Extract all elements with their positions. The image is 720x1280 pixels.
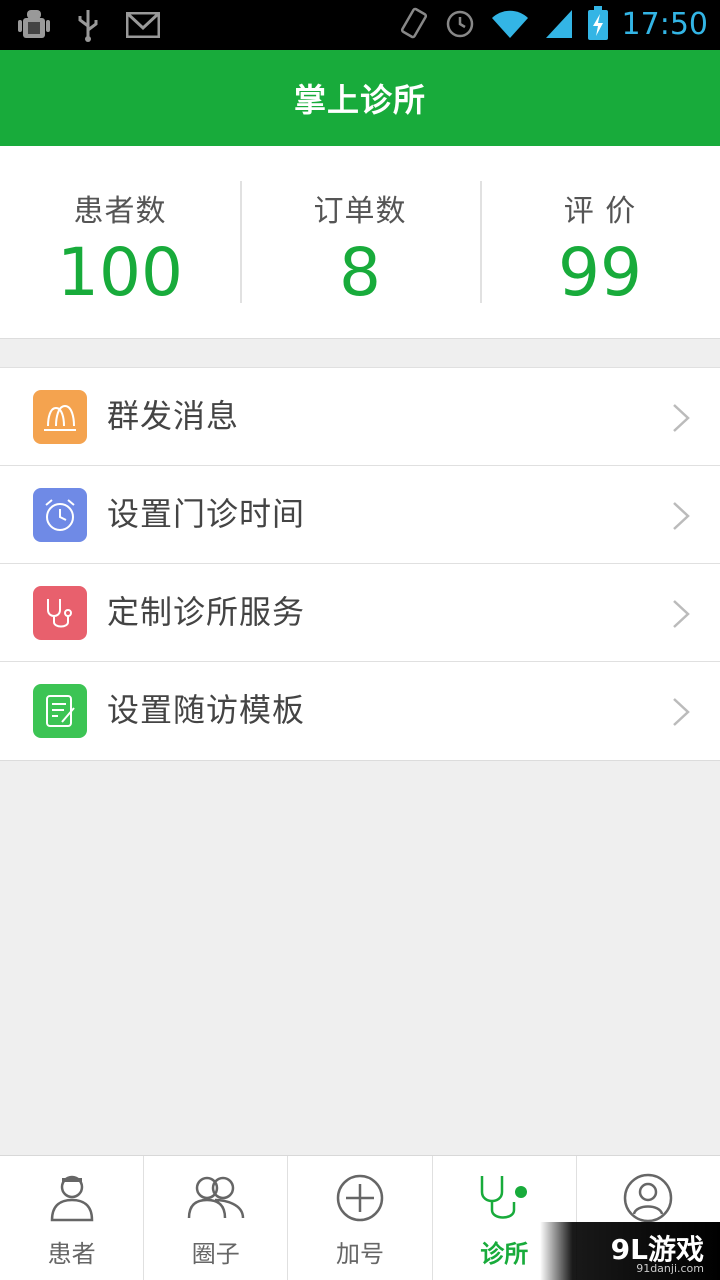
menu-list: 群发消息 设置门诊时间 定制诊所服务 设置随访模板: [0, 367, 720, 761]
add-circle-icon: [334, 1172, 386, 1228]
watermark-subtext: 91danji.com: [636, 1262, 704, 1275]
stat-patients[interactable]: 患者数 100: [0, 146, 240, 338]
chevron-right-icon: [672, 697, 690, 731]
alarm-icon: [444, 6, 476, 44]
menu-item-group-message[interactable]: 群发消息: [0, 368, 720, 466]
chevron-right-icon: [672, 599, 690, 633]
group-message-icon: [33, 390, 87, 444]
stat-value: 99: [558, 234, 642, 311]
stethoscope-icon: [476, 1172, 532, 1228]
gmail-icon: [125, 11, 161, 42]
battery-charging-icon: [587, 6, 608, 44]
tab-circle[interactable]: 圈子: [143, 1156, 287, 1280]
menu-item-clinic-service[interactable]: 定制诊所服务: [0, 564, 720, 662]
stat-label: 患者数: [73, 194, 167, 229]
stat-reviews[interactable]: 评 价 99: [480, 146, 720, 338]
android-debug-icon: [18, 8, 50, 46]
menu-item-label: 定制诊所服务: [107, 593, 306, 631]
stat-label: 订单数: [313, 194, 407, 229]
profile-icon: [622, 1172, 674, 1228]
menu-item-followup-template[interactable]: 设置随访模板: [0, 662, 720, 760]
status-bar: 17:50: [0, 0, 720, 50]
tab-patients[interactable]: 患者: [0, 1156, 143, 1280]
tab-label: 加号: [336, 1240, 384, 1268]
group-icon: [185, 1172, 247, 1228]
title-bar: 掌上诊所: [0, 50, 720, 146]
watermark: 9L游戏 91danji.com: [540, 1222, 720, 1280]
stat-label: 评 价: [563, 194, 637, 229]
stat-value: 100: [57, 234, 183, 311]
page-title: 掌上诊所: [293, 81, 426, 119]
stethoscope-icon: [33, 586, 87, 640]
stat-value: 8: [339, 234, 381, 311]
signal-icon: [544, 6, 574, 44]
clock-time: 17:50: [621, 7, 708, 42]
edit-document-icon: [33, 684, 87, 738]
menu-item-label: 设置随访模板: [107, 691, 306, 729]
chevron-right-icon: [672, 403, 690, 437]
wifi-icon: [490, 6, 530, 44]
stats-panel: 患者数 100 订单数 8 评 价 99: [0, 146, 720, 339]
vibrate-icon: [398, 6, 430, 44]
menu-item-label: 群发消息: [107, 397, 240, 435]
menu-item-clinic-hours[interactable]: 设置门诊时间: [0, 466, 720, 564]
doctor-icon: [47, 1172, 97, 1228]
alarm-clock-icon: [33, 488, 87, 542]
tab-add[interactable]: 加号: [287, 1156, 431, 1280]
tab-label: 圈子: [191, 1240, 240, 1268]
menu-item-label: 设置门诊时间: [107, 495, 306, 533]
chevron-right-icon: [672, 501, 690, 535]
tab-label: 患者: [47, 1240, 96, 1268]
stat-orders[interactable]: 订单数 8: [240, 146, 480, 338]
usb-icon: [76, 8, 100, 46]
